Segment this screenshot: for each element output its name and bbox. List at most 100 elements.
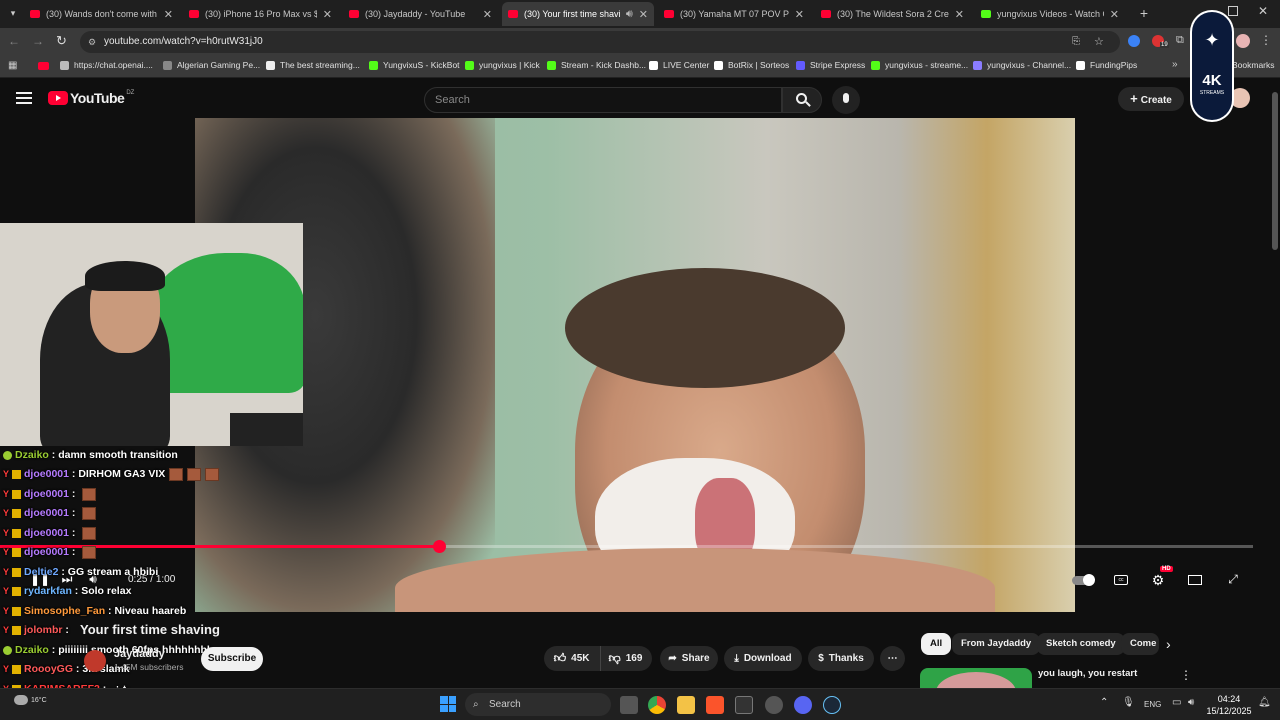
chat-username[interactable]: Simosophe_Fan xyxy=(24,605,105,617)
browser-tab[interactable]: (30) The Wildest Sora 2 Creatio ✕ xyxy=(815,2,970,26)
browser-tab[interactable]: yungvixus Videos - Watch On- ✕ xyxy=(975,2,1125,26)
dislike-button[interactable]: 👎︎ 169 xyxy=(601,646,643,671)
captions-icon[interactable]: cc xyxy=(1112,572,1130,588)
apps-grid-icon[interactable]: ▦ xyxy=(8,60,19,71)
chips-next-icon[interactable]: › xyxy=(1166,636,1171,652)
bookmark-item[interactable]: Stream - Kick Dashb... xyxy=(547,60,646,70)
discord-icon[interactable] xyxy=(794,696,812,714)
all-bookmarks-folder[interactable]: Bookmarks xyxy=(1232,60,1275,70)
chat-username[interactable]: jolombr xyxy=(24,624,63,636)
tab-close-icon[interactable]: ✕ xyxy=(1110,8,1119,21)
brave-icon[interactable] xyxy=(706,696,724,714)
tab-close-icon[interactable]: ✕ xyxy=(795,8,804,21)
bookmark-item[interactable]: https://chat.openai.... xyxy=(60,60,153,70)
start-button[interactable] xyxy=(440,696,456,712)
bookmark-item[interactable]: Algerian Gaming Pe... xyxy=(163,60,260,70)
share-button[interactable]: ➦ Share xyxy=(660,646,718,671)
bookmark-item[interactable]: FundingPips xyxy=(1076,60,1137,70)
bookmark-item[interactable]: The best streaming... xyxy=(266,60,360,70)
task-view-icon[interactable] xyxy=(620,696,638,714)
close-window-icon[interactable]: ✕ xyxy=(1256,4,1270,18)
chat-username[interactable]: djoe0001 xyxy=(24,546,69,558)
browser-tab[interactable]: (30) Yamaha MT 07 POV Pure S ✕ xyxy=(658,2,810,26)
chat-username[interactable]: Deltie2 xyxy=(24,566,58,578)
thanks-button[interactable]: $ Thanks xyxy=(808,646,874,671)
install-icon[interactable]: ⎘ xyxy=(1072,31,1080,53)
bookmarks-overflow-icon[interactable]: » xyxy=(1172,59,1178,70)
speaker-icon[interactable]: 🔊︎ xyxy=(1188,697,1194,708)
tab-search-dropdown-icon[interactable]: ▾ xyxy=(6,6,20,20)
weather-widget[interactable]: 16°C xyxy=(14,695,47,705)
chat-username[interactable]: djoe0001 xyxy=(24,468,69,480)
voice-search-button[interactable] xyxy=(832,86,860,114)
search-button[interactable] xyxy=(782,87,822,113)
app-icon[interactable] xyxy=(765,696,783,714)
extension-icon[interactable] xyxy=(1128,35,1140,47)
progress-scrubber[interactable] xyxy=(433,540,446,553)
chrome-icon[interactable] xyxy=(648,696,666,714)
restore-icon[interactable] xyxy=(1228,6,1238,16)
more-actions-button[interactable]: ⋯ xyxy=(880,646,905,671)
system-clock[interactable]: 04:24 15/12/2025 xyxy=(1204,693,1254,717)
autoplay-toggle[interactable] xyxy=(1072,572,1096,588)
address-bar[interactable]: ⚙ youtube.com/watch?v=h0rutW31jJ0 ⎘ ☆ xyxy=(80,31,1120,53)
fullscreen-icon[interactable]: ⤢ xyxy=(1224,572,1242,588)
bookmark-item[interactable]: YungvixuS - KickBot xyxy=(369,60,460,70)
browser-tab[interactable]: (30) Jaydaddy - YouTube ✕ xyxy=(343,2,498,26)
bookmark-item[interactable]: LIVE Center xyxy=(649,60,709,70)
like-button[interactable]: 👍︎ 45K xyxy=(554,646,601,671)
video-progress-bar[interactable] xyxy=(0,540,1253,553)
notification-bell-icon[interactable]: 🔔︎ xyxy=(1258,697,1271,708)
forward-icon[interactable]: → xyxy=(32,34,46,48)
browser-tab[interactable]: (30) Wands don't come with a s ✕ xyxy=(24,2,179,26)
tab-close-icon[interactable]: ✕ xyxy=(955,8,964,21)
network-icon[interactable]: ▭ xyxy=(1172,697,1181,708)
tab-close-icon[interactable]: ✕ xyxy=(483,8,492,21)
bookmark-item[interactable]: yungvixus | Kick xyxy=(465,60,540,70)
bookmark-item[interactable]: yungvixus - streame... xyxy=(871,60,968,70)
hamburger-menu-icon[interactable] xyxy=(16,92,32,104)
bookmark-star-icon[interactable]: ☆ xyxy=(1094,31,1104,53)
settings-gear-icon[interactable]: ⚙ xyxy=(1149,572,1167,588)
chat-username[interactable]: Dzaiko xyxy=(15,449,49,461)
back-icon[interactable]: ← xyxy=(8,34,22,48)
terminal-icon[interactable] xyxy=(735,696,753,714)
create-button[interactable]: + Create xyxy=(1118,87,1184,111)
bookmark-item[interactable]: BotRix | Sorteos xyxy=(714,60,789,70)
youtube-logo[interactable]: YouTube DZ xyxy=(48,90,134,106)
chat-username[interactable]: djoe0001 xyxy=(24,488,69,500)
search-input[interactable]: Search xyxy=(424,87,782,113)
chat-username[interactable]: djoe0001 xyxy=(24,507,69,519)
bookmark-item[interactable]: yungvixus - Channel... xyxy=(973,60,1071,70)
extensions-puzzle-icon[interactable]: ⧉ xyxy=(1176,34,1188,46)
subscribe-button[interactable]: Subscribe xyxy=(201,647,263,671)
browser-tab[interactable]: (30) iPhone 16 Pro Max vs $30 ✕ xyxy=(183,2,338,26)
page-scrollbar[interactable] xyxy=(1272,92,1278,250)
miniplayer-icon[interactable] xyxy=(1186,572,1204,588)
reload-icon[interactable]: ↻ xyxy=(56,33,70,48)
profile-avatar[interactable] xyxy=(1236,34,1250,48)
chat-username[interactable]: djoe0001 xyxy=(24,527,69,539)
file-explorer-icon[interactable] xyxy=(677,696,695,714)
new-tab-button[interactable]: + xyxy=(1136,5,1152,21)
recommendation-menu-icon[interactable]: ⋮ xyxy=(1180,668,1192,682)
tab-close-icon[interactable]: ✕ xyxy=(323,8,332,21)
mic-tray-icon[interactable]: 🎙︎ xyxy=(1122,697,1135,708)
filter-chip[interactable]: Come xyxy=(1121,633,1159,655)
browser-tab[interactable]: (30) Your first time shaving 🔊︎ ✕ xyxy=(502,2,654,26)
tab-close-icon[interactable]: ✕ xyxy=(639,8,648,21)
tab-audio-icon[interactable]: 🔊︎ xyxy=(626,8,633,21)
steam-icon[interactable] xyxy=(823,696,841,714)
chat-username[interactable]: rydarkfan xyxy=(24,585,72,597)
download-button[interactable]: ⤓ Download xyxy=(724,646,802,671)
language-indicator[interactable]: ENG xyxy=(1144,700,1161,709)
browser-menu-icon[interactable]: ⋮ xyxy=(1260,33,1272,47)
video-player[interactable] xyxy=(195,118,1075,612)
site-info-icon[interactable]: ⚙ xyxy=(88,31,96,53)
taskbar-search[interactable]: ⌕ Search xyxy=(465,693,611,716)
recommendation-thumbnail[interactable] xyxy=(920,668,1032,688)
channel-avatar[interactable] xyxy=(84,650,106,672)
tray-overflow-icon[interactable]: ⌃ xyxy=(1100,697,1108,708)
youtube-bookmark-icon[interactable] xyxy=(38,62,49,70)
filter-chip[interactable]: Sketch comedy xyxy=(1037,633,1125,655)
